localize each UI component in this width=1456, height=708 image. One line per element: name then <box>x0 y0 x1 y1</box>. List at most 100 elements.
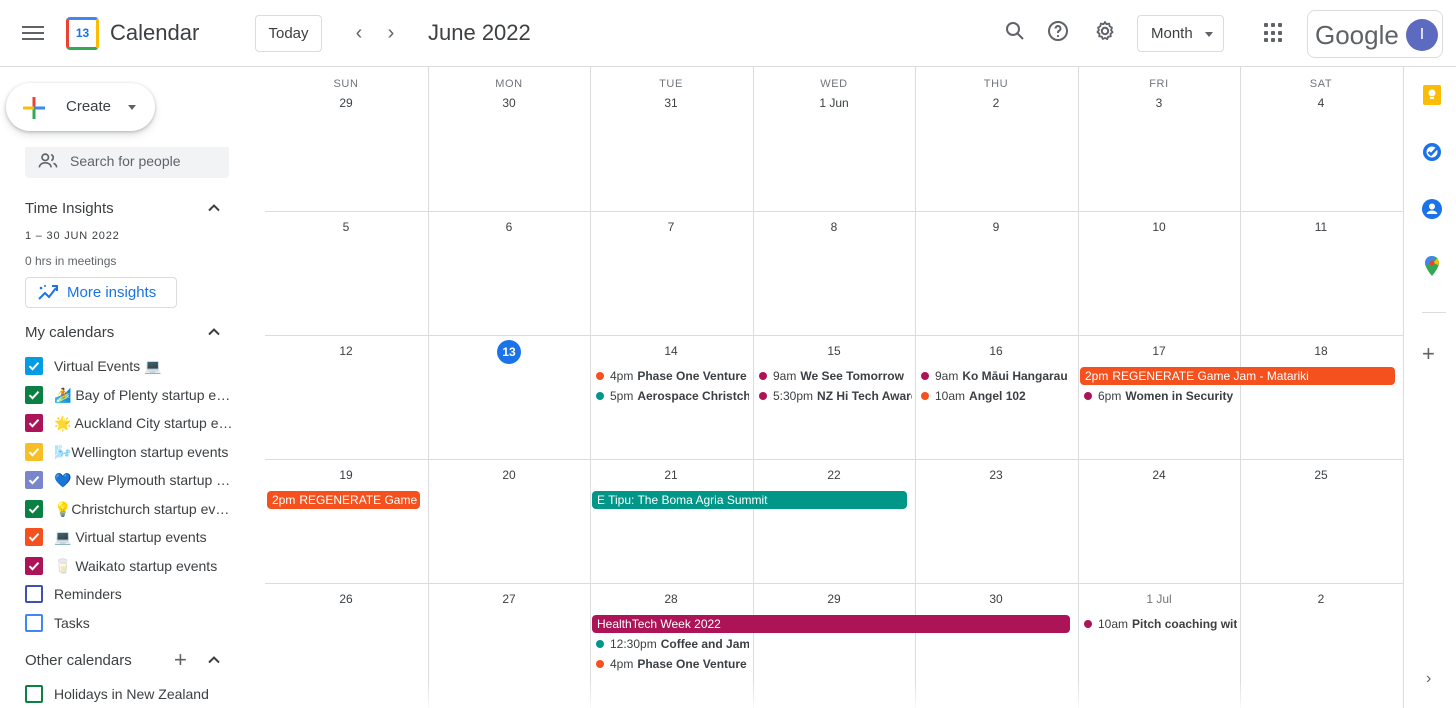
my-calendars-collapse-icon[interactable] <box>206 324 226 344</box>
timed-event[interactable]: 4pm Phase One Venture <box>592 655 749 673</box>
day-number[interactable]: 29 <box>265 96 427 110</box>
maps-icon[interactable] <box>1421 255 1443 277</box>
day-number[interactable]: 20 <box>428 468 590 482</box>
day-number[interactable]: 15 <box>753 344 915 358</box>
all-day-event-bar[interactable]: HealthTech Week 2022 <box>592 615 1070 633</box>
calendar-checkbox[interactable] <box>25 357 43 375</box>
contacts-icon[interactable] <box>1421 198 1443 220</box>
calendar-checkbox[interactable] <box>25 613 43 632</box>
avatar[interactable]: I <box>1406 19 1438 51</box>
calendar-checkbox[interactable] <box>25 528 43 546</box>
calendar-checkbox[interactable] <box>25 414 43 432</box>
calendar-list-item[interactable]: 💙 New Plymouth startup events <box>25 468 235 492</box>
calendar-checkbox[interactable] <box>25 471 43 489</box>
calendar-list-item[interactable]: 💡Christchurch startup events <box>25 497 235 521</box>
calendar-list-item[interactable]: Tasks <box>25 611 235 635</box>
search-icon[interactable] <box>1001 19 1029 47</box>
day-number[interactable]: 24 <box>1078 468 1240 482</box>
calendar-list-item[interactable]: 🥛 Waikato startup events <box>25 554 235 578</box>
next-month-icon[interactable]: › <box>378 20 404 46</box>
day-number[interactable]: 14 <box>590 344 752 358</box>
previous-month-icon[interactable]: ‹ <box>346 20 372 46</box>
timed-event[interactable]: 9am Ko Māui Hangarau <box>917 367 1074 385</box>
day-number[interactable]: 30 <box>915 592 1077 606</box>
add-other-calendar-icon[interactable]: + <box>174 649 187 671</box>
day-number[interactable]: 28 <box>590 592 752 606</box>
calendar-list-item[interactable]: Virtual Events 💻 <box>25 354 235 378</box>
today-indicator[interactable]: 13 <box>497 340 521 364</box>
settings-gear-icon[interactable] <box>1091 19 1119 47</box>
calendar-checkbox[interactable] <box>25 685 43 703</box>
day-number[interactable]: 21 <box>590 468 752 482</box>
help-icon[interactable] <box>1044 19 1072 47</box>
timed-event[interactable]: 4pm Phase One Venture <box>592 367 749 385</box>
day-number[interactable]: 1 Jun <box>753 96 915 110</box>
calendar-list-item[interactable]: Reminders <box>25 582 235 606</box>
day-number[interactable]: 6 <box>428 220 590 234</box>
day-number[interactable]: 26 <box>265 592 427 606</box>
timed-event[interactable]: 10am Pitch coaching with <box>1080 615 1237 633</box>
calendar-checkbox[interactable] <box>25 385 43 404</box>
all-day-event-bar[interactable]: 2pmREGENERATE Game Jam - Matariki <box>1080 367 1395 385</box>
day-number[interactable]: 17 <box>1078 344 1240 358</box>
day-number[interactable]: 27 <box>428 592 590 606</box>
timed-event[interactable]: 10am Angel 102 <box>917 387 1074 405</box>
all-day-event-bar[interactable]: E Tipu: The Boma Agria Summit <box>592 491 907 509</box>
day-number[interactable]: 22 <box>753 468 915 482</box>
day-number[interactable]: 4 <box>1240 96 1402 110</box>
people-search-input[interactable]: Search for people <box>25 147 229 178</box>
all-day-event-bar[interactable]: 2pmREGENERATE Game Jam - Matariki <box>267 491 420 509</box>
calendar-checkbox[interactable] <box>25 585 43 603</box>
day-number[interactable]: 5 <box>265 220 427 234</box>
day-number[interactable]: 11 <box>1240 220 1402 234</box>
calendar-checkbox[interactable] <box>25 442 43 461</box>
day-number[interactable]: 30 <box>428 96 590 110</box>
day-number[interactable]: 16 <box>915 344 1077 358</box>
get-addons-icon[interactable]: + <box>1422 343 1435 365</box>
more-insights-button[interactable]: More insights <box>25 277 177 308</box>
day-number[interactable]: 2 <box>915 96 1077 110</box>
main-menu-icon[interactable] <box>20 22 46 44</box>
view-selector[interactable]: Month <box>1137 15 1224 52</box>
day-number[interactable]: 12 <box>265 344 427 358</box>
day-number[interactable]: 10 <box>1078 220 1240 234</box>
google-apps-icon[interactable] <box>1264 23 1284 43</box>
calendar-list-item[interactable]: Holidays in New Zealand <box>25 682 235 706</box>
day-number[interactable]: 13 <box>428 340 590 364</box>
event-color-dot <box>596 392 604 400</box>
day-number[interactable]: 23 <box>915 468 1077 482</box>
timed-event[interactable]: 6pm Women in Security <box>1080 387 1237 405</box>
show-side-panel-icon[interactable]: › <box>1426 670 1431 688</box>
tasks-icon[interactable] <box>1421 141 1443 163</box>
event-time: 4pm <box>610 657 634 671</box>
calendar-list-item[interactable]: 💻 Virtual startup events <box>25 525 235 549</box>
keep-icon[interactable] <box>1421 84 1443 106</box>
calendar-list-item[interactable]: 🌟 Auckland City startup events <box>25 411 235 435</box>
calendar-list-item[interactable]: 🏄 Bay of Plenty startup events <box>25 383 235 407</box>
account-switcher[interactable]: Google I <box>1307 10 1443 58</box>
day-number[interactable]: 9 <box>915 220 1077 234</box>
day-number[interactable]: 2 <box>1240 592 1402 606</box>
day-number[interactable]: 3 <box>1078 96 1240 110</box>
day-number[interactable]: 1 Jul <box>1078 592 1240 606</box>
day-number[interactable]: 25 <box>1240 468 1402 482</box>
today-button[interactable]: Today <box>255 15 322 52</box>
event-title: E Tipu: The Boma Agria Summit <box>597 493 768 507</box>
day-number[interactable]: 7 <box>590 220 752 234</box>
day-number[interactable]: 29 <box>753 592 915 606</box>
other-calendars-collapse-icon[interactable] <box>206 652 226 672</box>
calendar-list-item[interactable]: 🌬️Wellington startup events <box>25 440 235 464</box>
calendar-checkbox[interactable] <box>25 556 43 575</box>
timed-event[interactable]: 12:30pm Coffee and Jam <box>592 635 749 653</box>
calendar-checkbox[interactable] <box>25 499 43 518</box>
timed-event[interactable]: 9am We See Tomorrow <box>755 367 912 385</box>
create-button[interactable]: Create <box>6 83 155 131</box>
timed-event[interactable]: 5:30pmNZ Hi Tech Awards <box>755 387 912 405</box>
day-number[interactable]: 8 <box>753 220 915 234</box>
timed-event[interactable]: 5pmAerospace Christchurch <box>592 387 749 405</box>
time-insights-collapse-icon[interactable] <box>206 200 226 220</box>
time-insights-range: 1 – 30 JUN 2022 <box>25 230 120 242</box>
day-number[interactable]: 19 <box>265 468 427 482</box>
day-number[interactable]: 18 <box>1240 344 1402 358</box>
day-number[interactable]: 31 <box>590 96 752 110</box>
